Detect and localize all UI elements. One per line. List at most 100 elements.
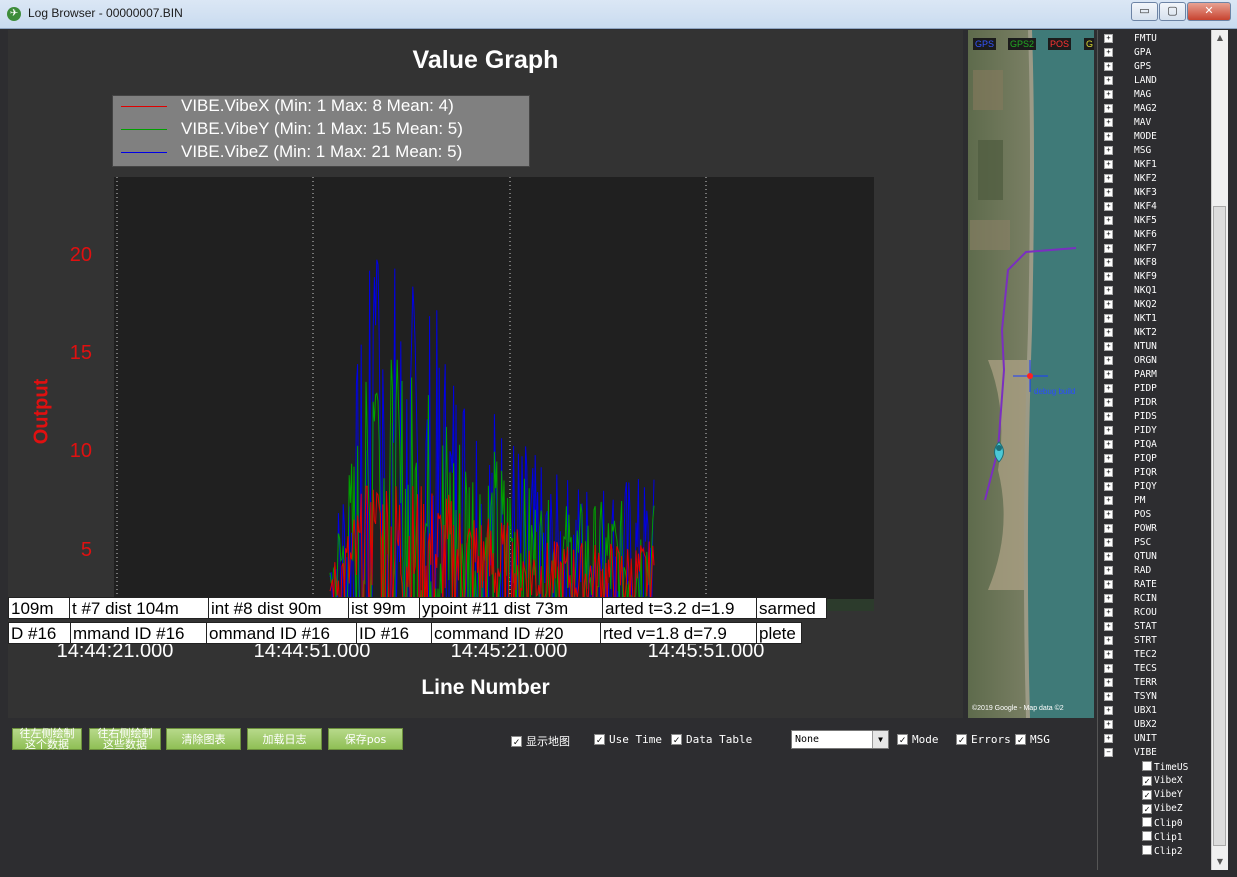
tree-item-parm[interactable]: + PARM [1104,369,1157,383]
tree-item-psc[interactable]: + PSC [1104,537,1151,551]
expand-icon[interactable]: + [1104,608,1113,617]
expand-icon[interactable]: + [1104,258,1113,267]
expand-icon[interactable]: + [1104,398,1113,407]
plot-area[interactable] [114,177,874,624]
expand-icon[interactable]: + [1104,524,1113,533]
tree-item-nkt1[interactable]: + NKT1 [1104,313,1157,327]
expand-icon[interactable]: + [1104,664,1113,673]
tree-item-vibe[interactable]: − VIBE [1104,747,1157,761]
collapse-icon[interactable]: − [1104,748,1113,757]
data-table-checkbox[interactable]: ✓ Data Table [671,733,752,746]
tree-item-nkf5[interactable]: + NKF5 [1104,215,1157,229]
tree-item-ubx2[interactable]: + UBX2 [1104,719,1157,733]
expand-icon[interactable]: + [1104,706,1113,715]
tree-item-nkq1[interactable]: + NKQ1 [1104,285,1157,299]
tree-field-clip2[interactable]: Clip2 [1142,845,1183,859]
minimize-button[interactable]: ▭ [1131,2,1158,21]
tree-item-qtun[interactable]: + QTUN [1104,551,1157,565]
tree-item-gps[interactable]: + GPS [1104,61,1151,75]
tree-item-gpa[interactable]: + GPA [1104,47,1151,61]
field-checkbox[interactable] [1142,845,1152,855]
tree-field-timeus[interactable]: TimeUS [1142,761,1188,775]
tree-item-ntun[interactable]: + NTUN [1104,341,1157,355]
tree-item-pidp[interactable]: + PIDP [1104,383,1157,397]
tree-item-nkf1[interactable]: + NKF1 [1104,159,1157,173]
tree-item-nkt2[interactable]: + NKT2 [1104,327,1157,341]
field-checkbox[interactable] [1142,831,1152,841]
tree-item-stat[interactable]: + STAT [1104,621,1157,635]
scroll-down-icon[interactable]: ▼ [1212,854,1228,870]
tree-item-orgn[interactable]: + ORGN [1104,355,1157,369]
tree-item-rate[interactable]: + RATE [1104,579,1157,593]
expand-icon[interactable]: + [1104,230,1113,239]
expand-icon[interactable]: + [1104,132,1113,141]
tree-item-unit[interactable]: + UNIT [1104,733,1157,747]
mode-checkbox[interactable]: ✓ Mode [897,733,939,746]
tree-item-fmtu[interactable]: + FMTU [1104,33,1157,47]
expand-icon[interactable]: + [1104,90,1113,99]
expand-icon[interactable]: + [1104,356,1113,365]
expand-icon[interactable]: + [1104,552,1113,561]
msg-checkbox[interactable]: ✓ MSG [1015,733,1050,746]
field-checkbox[interactable]: ✓ [1142,790,1152,801]
tree-item-pidr[interactable]: + PIDR [1104,397,1157,411]
map-chip-gps2[interactable]: GPS2 [1008,38,1037,50]
save-pos-button[interactable]: 保存pos [328,728,403,750]
expand-icon[interactable]: + [1104,48,1113,57]
tree-item-nkf4[interactable]: + NKF4 [1104,201,1157,215]
expand-icon[interactable]: + [1104,160,1113,169]
expand-icon[interactable]: + [1104,440,1113,449]
plot-right-button[interactable]: 往右侧绘制 这些数据 [89,728,161,750]
tree-item-mav[interactable]: + MAV [1104,117,1151,131]
map-chip-g[interactable]: G [1084,38,1094,50]
tree-item-ubx1[interactable]: + UBX1 [1104,705,1157,719]
tree-item-mode[interactable]: + MODE [1104,131,1157,145]
tree-item-powr[interactable]: + POWR [1104,523,1157,537]
expand-icon[interactable]: + [1104,510,1113,519]
expand-icon[interactable]: + [1104,62,1113,71]
tree-item-rad[interactable]: + RAD [1104,565,1151,579]
expand-icon[interactable]: + [1104,286,1113,295]
expand-icon[interactable]: + [1104,188,1113,197]
tree-field-clip1[interactable]: Clip1 [1142,831,1183,845]
tree-item-nkf2[interactable]: + NKF2 [1104,173,1157,187]
expand-icon[interactable]: + [1104,272,1113,281]
tree-item-tec2[interactable]: + TEC2 [1104,649,1157,663]
expand-icon[interactable]: + [1104,454,1113,463]
tree-item-nkf3[interactable]: + NKF3 [1104,187,1157,201]
tree-item-land[interactable]: + LAND [1104,75,1157,89]
series-select[interactable]: None ▼ [791,730,889,749]
plot-left-button[interactable]: 往左侧绘制 这个数据 [12,728,82,750]
expand-icon[interactable]: + [1104,146,1113,155]
expand-icon[interactable]: + [1104,174,1113,183]
field-checkbox[interactable] [1142,761,1152,771]
expand-icon[interactable]: + [1104,342,1113,351]
use-time-checkbox[interactable]: ✓ Use Time [594,733,662,746]
field-checkbox[interactable] [1142,817,1152,827]
expand-icon[interactable]: + [1104,734,1113,743]
tree-item-mag2[interactable]: + MAG2 [1104,103,1157,117]
expand-icon[interactable]: + [1104,636,1113,645]
tree-field-vibez[interactable]: ✓ VibeZ [1142,803,1183,817]
expand-icon[interactable]: + [1104,496,1113,505]
expand-icon[interactable]: + [1104,720,1113,729]
expand-icon[interactable]: + [1104,202,1113,211]
expand-icon[interactable]: + [1104,412,1113,421]
expand-icon[interactable]: + [1104,370,1113,379]
expand-icon[interactable]: + [1104,622,1113,631]
field-checkbox[interactable]: ✓ [1142,776,1152,787]
expand-icon[interactable]: + [1104,678,1113,687]
expand-icon[interactable]: + [1104,426,1113,435]
tree-item-strt[interactable]: + STRT [1104,635,1157,649]
expand-icon[interactable]: + [1104,650,1113,659]
tree-item-tecs[interactable]: + TECS [1104,663,1157,677]
clear-graph-button[interactable]: 清除图表 [166,728,241,750]
expand-icon[interactable]: + [1104,34,1113,43]
expand-icon[interactable]: + [1104,566,1113,575]
tree-scrollbar[interactable]: ▲ ▼ [1211,30,1228,870]
tree-item-piqr[interactable]: + PIQR [1104,467,1157,481]
expand-icon[interactable]: + [1104,538,1113,547]
expand-icon[interactable]: + [1104,104,1113,113]
map-chip-pos[interactable]: POS [1048,38,1072,50]
close-button[interactable]: ✕ [1187,2,1231,21]
